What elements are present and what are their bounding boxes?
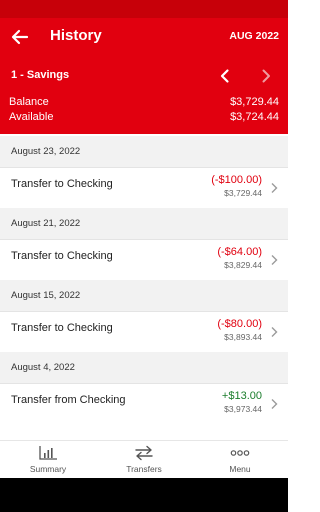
date-label: August 15, 2022 [11, 290, 81, 301]
back-button[interactable] [8, 25, 32, 49]
balance-value: $3,729.44 [230, 96, 279, 108]
nav-label: Menu [229, 464, 251, 474]
chevron-right-icon [271, 327, 278, 337]
chevron-left-icon [220, 69, 229, 83]
account-name: 1 - Savings [11, 69, 70, 81]
date-header: August 23, 2022 [0, 136, 288, 168]
back-arrow-icon [11, 29, 29, 45]
available-row: Available $3,724.44 [9, 111, 279, 125]
transaction-description: Transfer from Checking [11, 394, 126, 406]
running-balance: $3,829.44 [224, 260, 262, 270]
balance-label: Balance [9, 96, 49, 108]
available-label: Available [9, 111, 54, 123]
date-label: August 21, 2022 [11, 218, 81, 229]
transaction-row[interactable]: Transfer from Checking +$13.00 $3,973.44 [0, 384, 288, 424]
transaction-amount: +$13.00 [221, 390, 262, 402]
date-label: August 4, 2022 [11, 362, 75, 373]
transaction-description: Transfer to Checking [11, 250, 113, 262]
transaction-amount: (-$80.00) [217, 318, 262, 330]
transaction-description: Transfer to Checking [11, 178, 113, 190]
chevron-right-icon [271, 183, 278, 193]
previous-account-button[interactable] [215, 66, 235, 86]
chevron-right-icon [271, 399, 278, 409]
transaction-row[interactable]: Transfer to Checking (-$64.00) $3,829.44 [0, 240, 288, 280]
transaction-description: Transfer to Checking [11, 322, 113, 334]
transfer-arrows-icon [135, 445, 153, 461]
header: History AUG 2022 1 - Savings Balance $3,… [0, 18, 288, 134]
account-row: 1 - Savings [0, 66, 288, 86]
page-title: History [50, 27, 102, 44]
title-row: History AUG 2022 [0, 18, 288, 56]
transaction-row[interactable]: Transfer to Checking (-$80.00) $3,893.44 [0, 312, 288, 352]
nav-label: Transfers [126, 464, 162, 474]
date-header: August 15, 2022 [0, 280, 288, 312]
running-balance: $3,973.44 [224, 404, 262, 414]
nav-transfers[interactable]: Transfers [96, 441, 192, 479]
bar-chart-icon [39, 446, 57, 460]
nav-label: Summary [29, 464, 67, 474]
nav-summary[interactable]: Summary [0, 441, 96, 479]
next-account-button[interactable] [256, 66, 276, 86]
status-bar [0, 0, 288, 18]
nav-menu[interactable]: Menu [192, 441, 288, 479]
transaction-amount: (-$64.00) [217, 246, 262, 258]
chevron-right-icon [271, 255, 278, 265]
available-value: $3,724.44 [230, 111, 279, 123]
transaction-list: August 23, 2022 Transfer to Checking (-$… [0, 134, 288, 440]
balance-row: Balance $3,729.44 [9, 96, 279, 110]
chevron-right-icon [262, 69, 270, 83]
running-balance: $3,729.44 [224, 188, 262, 198]
date-header: August 4, 2022 [0, 352, 288, 384]
date-label: August 23, 2022 [11, 146, 81, 157]
more-dots-icon [230, 450, 250, 456]
system-navigation-bar [0, 478, 288, 512]
date-header: August 21, 2022 [0, 208, 288, 240]
running-balance: $3,893.44 [224, 332, 262, 342]
transaction-row[interactable]: Transfer to Checking (-$100.00) $3,729.4… [0, 168, 288, 208]
bottom-nav: Summary Transfers Menu [0, 440, 288, 478]
period-label[interactable]: AUG 2022 [229, 30, 279, 42]
transaction-amount: (-$100.00) [211, 174, 262, 186]
